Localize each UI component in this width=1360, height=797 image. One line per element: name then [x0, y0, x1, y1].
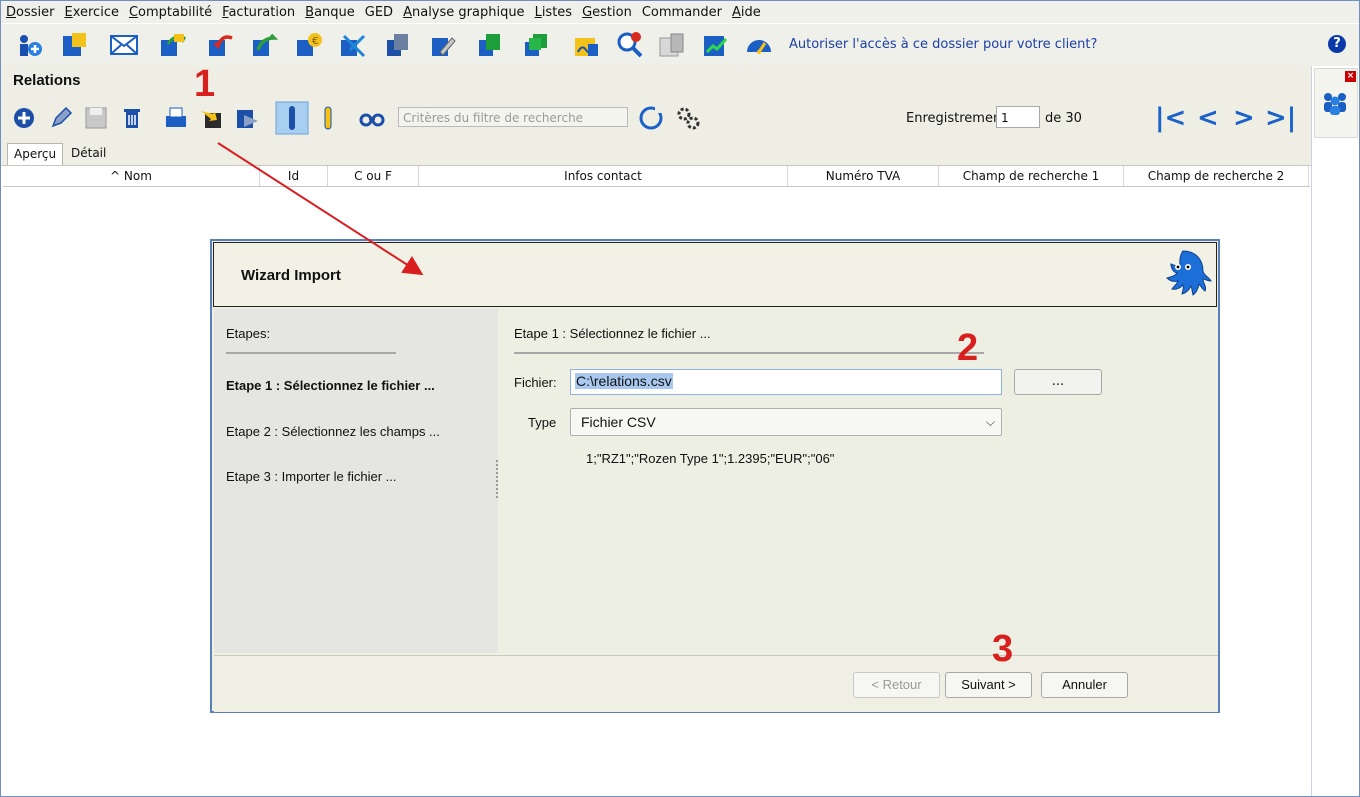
column-c-ou-f[interactable]: C ou F — [328, 166, 419, 186]
contacts-icon — [1324, 93, 1346, 115]
wizard-header: Wizard Import — [213, 242, 1217, 307]
record-label: Enregistrement — [906, 111, 1007, 126]
menu-bar: Dossier Exercice Comptabilité Facturatio… — [1, 1, 1359, 23]
green-doc-icon[interactable] — [475, 30, 505, 60]
file-path-value: C:\relations.csv — [575, 373, 673, 389]
export-file-icon[interactable] — [234, 105, 260, 131]
type-label: Type — [528, 415, 557, 430]
record-input[interactable]: 1 — [996, 106, 1040, 128]
menu-banque[interactable]: Banque — [300, 5, 360, 20]
column-numero-tva[interactable]: Numéro TVA — [788, 166, 939, 186]
annotation-step-3: 3 — [992, 628, 1014, 670]
delete-icon[interactable] — [119, 105, 145, 131]
file-type-value: Fichier CSV — [581, 414, 656, 430]
steps-divider — [226, 352, 396, 354]
menu-analyse-graphique[interactable]: Analyse graphique — [398, 5, 529, 20]
add-icon[interactable] — [11, 105, 37, 131]
step-2[interactable]: Etape 2 : Sélectionnez les champs ... — [226, 424, 440, 439]
export-icon[interactable] — [250, 30, 280, 60]
currency-icon[interactable]: € — [294, 30, 324, 60]
sign-icon[interactable] — [572, 30, 602, 60]
file-type-select[interactable]: Fichier CSV ⌵ — [570, 408, 1002, 436]
menu-ged[interactable]: GED — [360, 5, 398, 20]
doc-grid-icon[interactable] — [657, 30, 687, 60]
steps-heading: Etapes: — [226, 326, 271, 341]
help-icon[interactable]: ? — [1328, 35, 1346, 53]
chart-icon[interactable] — [701, 30, 731, 60]
first-record-button[interactable]: |< — [1155, 104, 1186, 132]
tab-apercu[interactable]: Aperçu — [7, 143, 64, 165]
settings-icon[interactable] — [675, 105, 701, 131]
menu-commander[interactable]: Commander — [637, 5, 727, 20]
record-total: de 30 — [1045, 111, 1082, 126]
back-button[interactable]: < Retour — [853, 672, 940, 698]
annotation-step-1: 1 — [194, 63, 216, 105]
filter-blue-icon[interactable] — [275, 101, 309, 135]
side-panel-tab[interactable]: × — [1314, 68, 1358, 138]
print-icon[interactable] — [163, 105, 189, 131]
main-toolbar: € Autoriser l'accès à ce dossier pour vo… — [1, 24, 1359, 67]
menu-listes[interactable]: Listes — [530, 5, 578, 20]
file-preview-line: 1;"RZ1";"Rozen Type 1";1.2395;"EUR";"06" — [586, 451, 835, 466]
step-1[interactable]: Etape 1 : Sélectionnez le fichier ... — [226, 378, 435, 393]
close-icon[interactable]: × — [1345, 71, 1356, 82]
edit-doc-icon[interactable] — [428, 30, 458, 60]
wizard-title: Wizard Import — [241, 267, 341, 284]
last-record-button[interactable]: >| — [1265, 104, 1296, 132]
step-title: Etape 1 : Sélectionnez le fichier ... — [514, 326, 711, 341]
client-access-link[interactable]: Autoriser l'accès à ce dossier pour votr… — [789, 37, 1097, 52]
tab-detail[interactable]: Détail — [65, 143, 112, 164]
green-stack-icon[interactable] — [521, 30, 551, 60]
table-header: ^ Nom Id C ou F Infos contact Numéro TVA… — [3, 166, 1310, 187]
copy-icon[interactable] — [383, 30, 413, 60]
file-path-input[interactable]: C:\relations.csv — [570, 369, 1002, 395]
next-record-button[interactable]: > — [1233, 104, 1255, 132]
browse-button[interactable]: ... — [1014, 369, 1102, 395]
wizard-footer: < Retour Suivant > Annuler — [214, 655, 1218, 712]
column-id[interactable]: Id — [260, 166, 328, 186]
edit-icon[interactable] — [48, 105, 74, 131]
side-panel: × — [1311, 66, 1359, 796]
add-dossier-icon[interactable] — [13, 30, 43, 60]
refresh-icon[interactable] — [638, 105, 664, 131]
import-file-icon[interactable] — [199, 105, 225, 131]
notes-icon[interactable] — [59, 30, 89, 60]
menu-facturation[interactable]: Facturation — [217, 5, 300, 20]
file-label: Fichier: — [514, 375, 557, 390]
page-title: Relations — [13, 72, 81, 89]
cancel-button[interactable]: Annuler — [1041, 672, 1128, 698]
wizard-steps-panel: Etapes: Etape 1 : Sélectionnez le fichie… — [214, 308, 498, 653]
wizard-step-content: Etape 1 : Sélectionnez le fichier ... Fi… — [498, 308, 1218, 653]
mascot-icon — [1166, 250, 1212, 296]
view-tabs: Aperçu Détail — [1, 140, 1311, 166]
step-3[interactable]: Etape 3 : Importer le fichier ... — [226, 469, 397, 484]
mail-icon[interactable] — [109, 30, 139, 60]
menu-dossier[interactable]: Dossier — [1, 5, 59, 20]
menu-gestion[interactable]: Gestion — [577, 5, 637, 20]
wizard-import-dialog: Wizard Import Etapes: Etape 1 : Sélectio… — [210, 239, 1220, 713]
svg-text:€: € — [312, 36, 318, 47]
column-champ-recherche-2[interactable]: Champ de recherche 2 — [1124, 166, 1309, 186]
search-doc-icon[interactable] — [615, 30, 645, 60]
column-nom[interactable]: ^ Nom — [3, 166, 260, 186]
menu-comptabilite[interactable]: Comptabilité — [124, 5, 217, 20]
step-divider — [514, 352, 984, 354]
dashboard-icon[interactable] — [744, 30, 774, 60]
column-infos-contact[interactable]: Infos contact — [419, 166, 788, 186]
prev-record-button[interactable]: < — [1197, 104, 1219, 132]
menu-exercice[interactable]: Exercice — [59, 5, 123, 20]
next-button[interactable]: Suivant > — [945, 672, 1032, 698]
import-icon[interactable] — [206, 30, 236, 60]
exchange-icon[interactable] — [158, 30, 188, 60]
annotation-step-2: 2 — [957, 327, 979, 369]
search-input[interactable]: Critères du filtre de recherche — [398, 107, 628, 127]
save-icon[interactable] — [83, 105, 109, 131]
filter-yellow-icon[interactable] — [315, 105, 341, 131]
binoculars-icon[interactable] — [359, 105, 385, 131]
column-champ-recherche-1[interactable]: Champ de recherche 1 — [939, 166, 1124, 186]
transfer-icon[interactable] — [338, 30, 368, 60]
menu-aide[interactable]: Aide — [727, 5, 766, 20]
chevron-down-icon: ⌵ — [985, 415, 995, 429]
